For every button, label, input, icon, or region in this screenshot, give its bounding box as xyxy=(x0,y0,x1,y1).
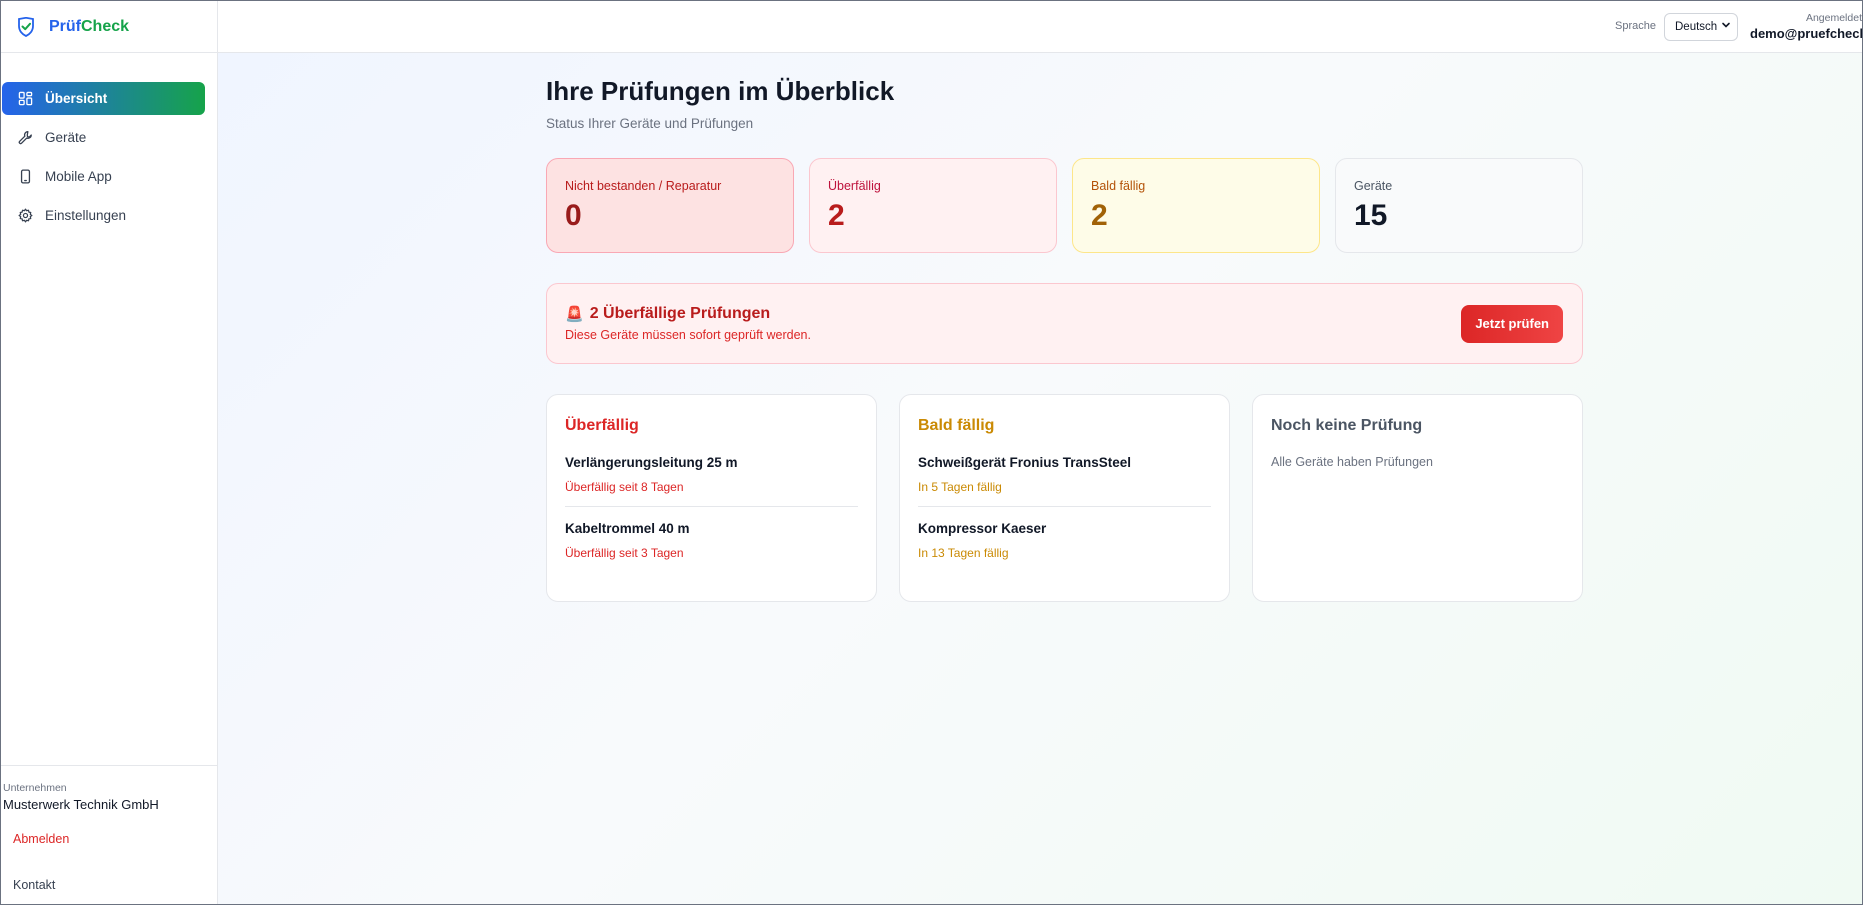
company-info: Unternehmen Musterwerk Technik GmbH xyxy=(1,765,217,812)
dashboard-inner: Ihre Prüfungen im Überblick Status Ihrer… xyxy=(546,53,1583,602)
stat-value: 15 xyxy=(1354,199,1388,232)
card-list: Schweißgerät Fronius TransSteel In 5 Tag… xyxy=(918,455,1211,572)
language-label: Sprache xyxy=(1615,19,1656,32)
list-item[interactable]: Kabeltrommel 40 m Überfällig seit 3 Tage… xyxy=(565,506,858,572)
card-title: Bald fällig xyxy=(918,417,995,434)
stat-value: 0 xyxy=(565,199,582,232)
grid-icon xyxy=(18,91,33,106)
alert-title: 🚨 2 Überfällige Prüfungen xyxy=(565,305,811,323)
alert-subtitle: Diese Geräte müssen sofort geprüft werde… xyxy=(565,328,811,342)
device-status: In 13 Tagen fällig xyxy=(918,546,1009,560)
brand-name-part1: Prüf xyxy=(49,17,81,35)
device-name: Kabeltrommel 40 m xyxy=(565,521,690,536)
stat-label: Geräte xyxy=(1354,179,1393,193)
user-email: demo@pruefcheck.de xyxy=(1750,26,1862,41)
language-select[interactable]: Deutsch xyxy=(1664,12,1738,41)
list-item[interactable]: Verlängerungsleitung 25 m Überfällig sei… xyxy=(565,455,858,506)
brand[interactable]: PrüfCheck xyxy=(1,1,217,53)
device-name: Schweißgerät Fronius TransSteel xyxy=(918,455,1132,470)
list-item[interactable]: Schweißgerät Fronius TransSteel In 5 Tag… xyxy=(918,455,1211,506)
sidebar-item-devices[interactable]: Geräte xyxy=(2,121,205,154)
device-status: In 5 Tagen fällig xyxy=(918,480,1002,494)
user-label: Angemeldet xyxy=(1805,12,1862,24)
sidebar: PrüfCheck Übersicht Geräte Mobile App Ei… xyxy=(1,1,218,904)
gear-icon xyxy=(18,208,33,223)
stat-card-devices[interactable]: Geräte 15 xyxy=(1335,158,1583,253)
user-box: Angemeldet demo@pruefcheck.de xyxy=(1750,12,1862,41)
chevron-down-icon xyxy=(1721,20,1731,33)
smartphone-icon xyxy=(18,169,33,184)
stat-label: Nicht bestanden / Reparatur xyxy=(565,179,722,193)
sidebar-nav: Übersicht Geräte Mobile App Einstellunge… xyxy=(1,53,217,232)
alert-title-text: 2 Überfällige Prüfungen xyxy=(589,305,771,322)
device-name: Verlängerungsleitung 25 m xyxy=(565,455,738,470)
page-subtitle: Status Ihrer Geräte und Prüfungen xyxy=(546,116,754,131)
card-list: Verlängerungsleitung 25 m Überfällig sei… xyxy=(565,455,858,572)
stat-label: Bald fällig xyxy=(1091,179,1146,193)
sidebar-item-mobile-app[interactable]: Mobile App xyxy=(2,160,205,193)
alert-text: 🚨 2 Überfällige Prüfungen Diese Geräte m… xyxy=(565,305,811,342)
topbar: Sprache Deutsch Angemeldet demo@pruefche… xyxy=(218,1,1862,53)
list-item[interactable]: Kompressor Kaeser In 13 Tagen fällig xyxy=(918,506,1211,572)
contact-link[interactable]: Kontakt xyxy=(1,846,217,904)
overdue-alert: 🚨 2 Überfällige Prüfungen Diese Geräte m… xyxy=(546,283,1583,364)
device-name: Kompressor Kaeser xyxy=(918,521,1047,536)
sidebar-item-label: Übersicht xyxy=(45,91,108,106)
company-label: Unternehmen xyxy=(3,782,67,794)
wrench-icon xyxy=(18,130,33,145)
stat-card-failed[interactable]: Nicht bestanden / Reparatur 0 xyxy=(546,158,794,253)
check-now-button[interactable]: Jetzt prüfen xyxy=(1461,304,1563,343)
page-title: Ihre Prüfungen im Überblick xyxy=(546,76,895,106)
sidebar-item-overview[interactable]: Übersicht xyxy=(2,82,205,115)
stat-card-due-soon[interactable]: Bald fällig 2 xyxy=(1072,158,1320,253)
status-cards: Überfällig Verlängerungsleitung 25 m Übe… xyxy=(546,394,1583,602)
shield-check-icon xyxy=(17,16,35,37)
sidebar-item-label: Einstellungen xyxy=(45,208,127,223)
sidebar-item-label: Geräte xyxy=(45,130,87,145)
overdue-card: Überfällig Verlängerungsleitung 25 m Übe… xyxy=(546,394,877,602)
dashboard-content: Ihre Prüfungen im Überblick Status Ihrer… xyxy=(218,53,1862,904)
card-title: Noch keine Prüfung xyxy=(1271,417,1423,434)
brand-name-part2: Check xyxy=(81,17,130,35)
app-window: PrüfCheck Übersicht Geräte Mobile App Ei… xyxy=(0,0,1863,905)
company-name: Musterwerk Technik GmbH xyxy=(3,797,159,812)
stat-card-overdue[interactable]: Überfällig 2 xyxy=(809,158,1057,253)
language-select-value: Deutsch xyxy=(1675,20,1718,33)
main-area: Sprache Deutsch Angemeldet demo@pruefche… xyxy=(218,1,1862,904)
device-status: Überfällig seit 3 Tagen xyxy=(565,546,684,560)
logout-button[interactable]: Abmelden xyxy=(1,812,217,846)
sidebar-item-settings[interactable]: Einstellungen xyxy=(2,199,205,232)
sidebar-item-label: Mobile App xyxy=(45,169,112,184)
device-status: Überfällig seit 8 Tagen xyxy=(565,480,684,494)
no-inspection-card: Noch keine Prüfung Alle Geräte haben Prü… xyxy=(1252,394,1583,602)
stat-value: 2 xyxy=(828,199,845,232)
stats-row: Nicht bestanden / Reparatur 0 Überfällig… xyxy=(546,158,1583,253)
empty-state-text: Alle Geräte haben Prüfungen xyxy=(1271,455,1433,469)
due-soon-card: Bald fällig Schweißgerät Fronius TransSt… xyxy=(899,394,1230,602)
stat-label: Überfällig xyxy=(828,179,881,193)
brand-name: PrüfCheck xyxy=(49,18,129,36)
stat-value: 2 xyxy=(1091,199,1108,232)
siren-icon: 🚨 xyxy=(565,306,584,323)
card-title: Überfällig xyxy=(565,417,639,434)
